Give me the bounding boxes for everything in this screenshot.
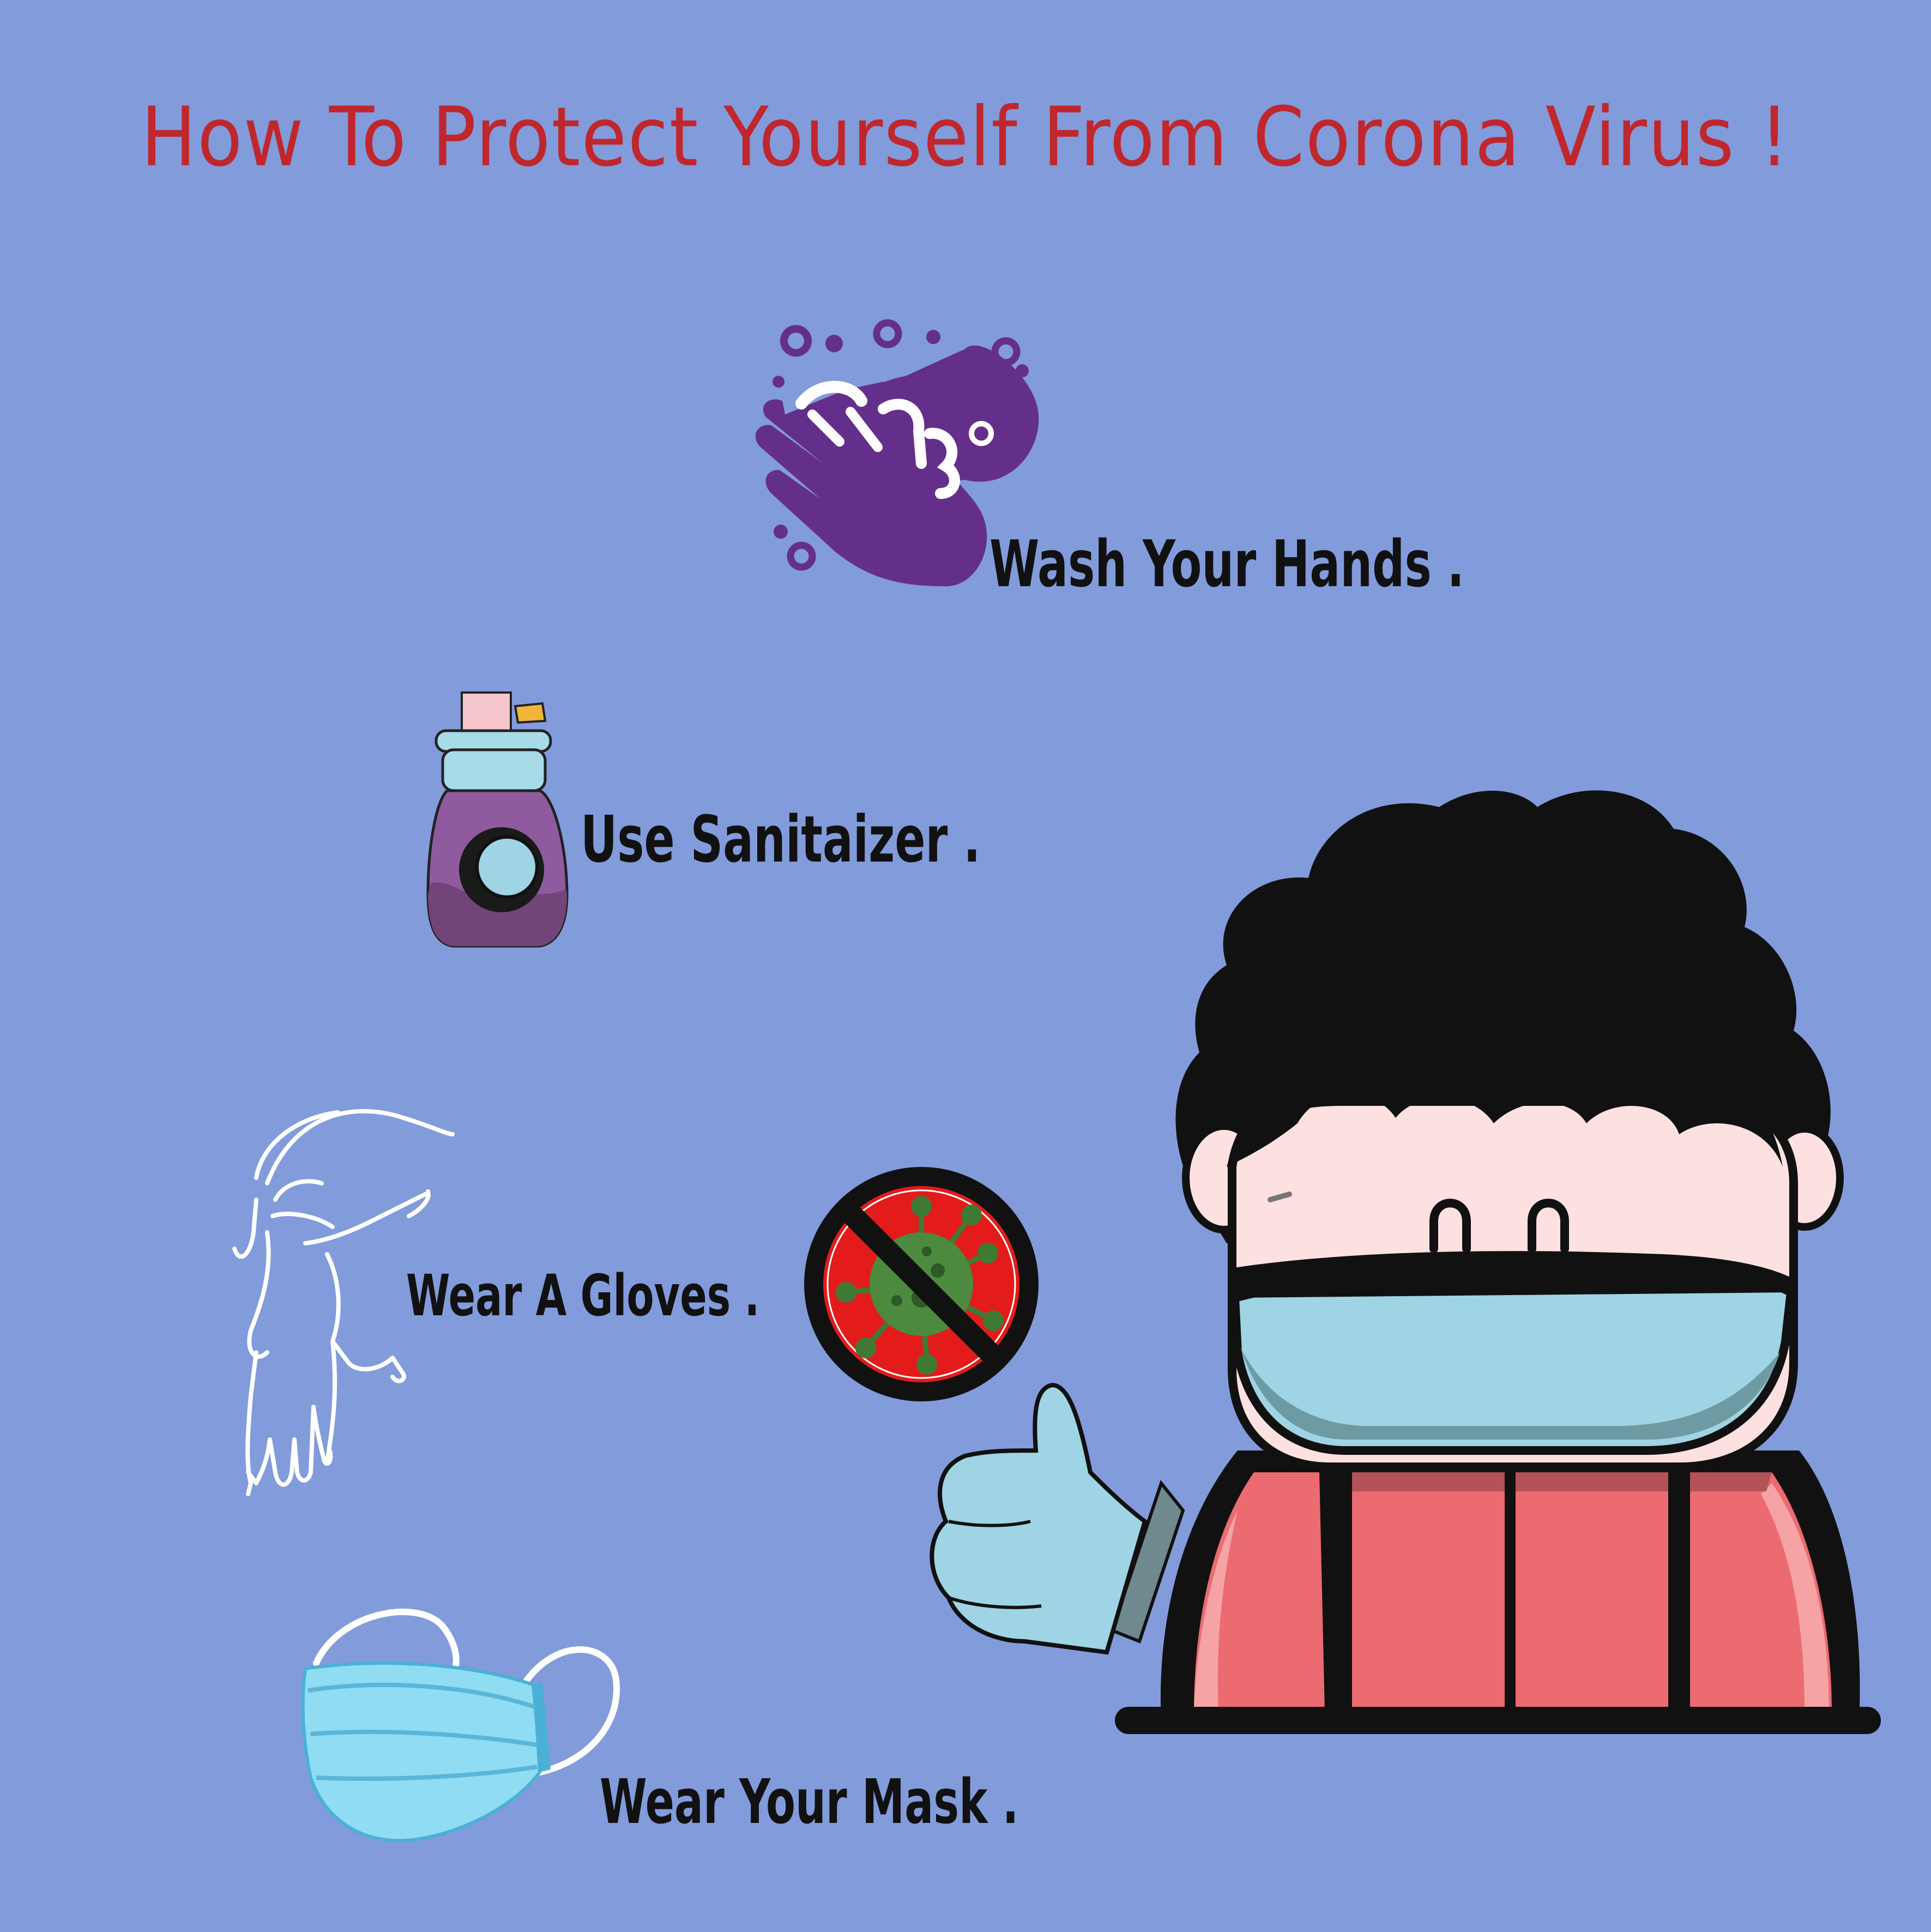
tip-wash-hands: Wash Your Hands .	[989, 526, 1465, 601]
face-mask-icon	[301, 1608, 620, 1843]
poster: How To Protect Yourself From Corona Viru…	[0, 0, 1931, 1932]
no-virus-sign-icon	[804, 1167, 1039, 1401]
tip-use-sanitizer: Use Sanitaizer .	[581, 802, 981, 877]
sanitizer-bottle-icon	[426, 691, 569, 948]
tip-wear-gloves: Wear A Gloves .	[406, 1262, 760, 1329]
illustration-layer	[232, 319, 1881, 1843]
masked-character-thumbs-up	[930, 790, 1881, 1734]
tip-wear-mask: Wear Your Mask .	[600, 1767, 1019, 1838]
